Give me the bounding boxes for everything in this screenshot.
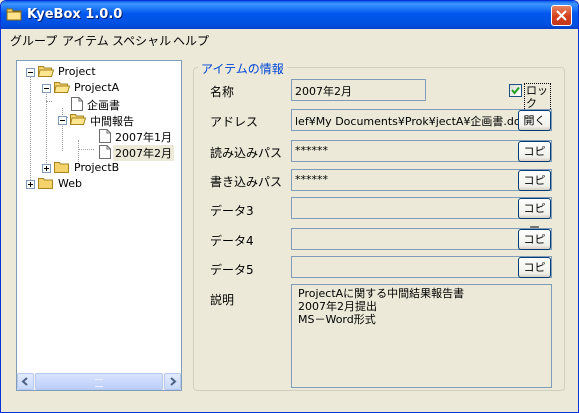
group-tree-view[interactable]: Project ProjectA 企画書 中間報告 2007年1月 2007年2… <box>16 60 182 391</box>
app-folder-icon <box>6 8 22 21</box>
tree-node-web[interactable]: Web <box>21 176 151 192</box>
app-window: KyeBox 1.0.0 グループ アイテム スペシャル ヘルプ Project <box>0 0 579 413</box>
address-field[interactable]: lef¥My Documents¥Prok¥jectA¥企画書.doc <box>291 109 552 131</box>
menu-group[interactable]: グループ <box>10 32 57 49</box>
arrow-right-icon <box>170 377 177 386</box>
tree-label: 企画書 <box>87 99 120 112</box>
scroll-left-button[interactable] <box>17 373 34 390</box>
desc-line: ProjectAに関する中間結果報告書 <box>298 287 465 300</box>
tree-label: 中間報告 <box>90 115 134 128</box>
document-icon <box>71 97 83 111</box>
lock-check-box[interactable] <box>509 84 522 97</box>
document-icon <box>99 129 111 143</box>
folder-open-icon <box>70 114 86 125</box>
window-title: KyeBox 1.0.0 <box>27 7 123 22</box>
address-label: アドレス <box>210 115 259 129</box>
folder-icon <box>54 162 69 173</box>
tree-node-project[interactable]: Project <box>21 64 171 80</box>
folder-icon <box>38 178 53 189</box>
title-bar[interactable]: KyeBox 1.0.0 <box>1 1 578 29</box>
data4-label: データ4 <box>210 234 254 248</box>
name-label: 名称 <box>210 85 235 99</box>
item-info-title: アイテムの情報 <box>198 60 287 77</box>
data5-label: データ5 <box>210 263 254 277</box>
tree-line <box>78 149 94 151</box>
close-button[interactable] <box>551 5 572 26</box>
write-pass-field[interactable]: ****** <box>291 169 552 191</box>
copy-read-pass-button[interactable]: コピー <box>518 141 551 177</box>
tree-node-jan[interactable]: 2007年1月 <box>97 128 177 144</box>
tree-node-projectb[interactable]: ProjectB <box>37 160 167 176</box>
tree-line <box>30 76 32 182</box>
read-pass-label: 読み込みパス <box>210 146 283 160</box>
collapse-toggle[interactable] <box>58 116 67 125</box>
tree-label: ProjectA <box>74 81 120 94</box>
tree-label: Web <box>58 177 82 190</box>
data4-field[interactable] <box>291 228 552 250</box>
data3-label: データ3 <box>210 204 254 218</box>
arrow-left-icon <box>21 377 28 386</box>
desc-line: 2007年2月提出 <box>298 300 377 313</box>
folder-open-icon <box>38 66 54 77</box>
collapse-toggle[interactable] <box>26 68 35 77</box>
copy-data4-button[interactable]: コピー <box>518 229 551 265</box>
menu-help[interactable]: ヘルプ <box>173 32 209 49</box>
tree-label: ProjectB <box>74 161 120 174</box>
read-pass-field[interactable]: ****** <box>291 140 552 162</box>
expand-toggle[interactable] <box>42 164 51 173</box>
tree-label: 2007年1月 <box>115 131 172 144</box>
checkmark-icon <box>511 86 520 95</box>
menu-bar: グループ アイテム スペシャル ヘルプ <box>1 29 578 49</box>
folder-open-icon <box>54 82 70 93</box>
tree-node-feb[interactable]: 2007年2月 <box>97 144 174 161</box>
menu-item[interactable]: アイテム <box>62 32 109 49</box>
description-textarea[interactable]: ProjectAに関する中間結果報告書 2007年2月提出 MS－Word形式 <box>291 284 552 388</box>
scroll-thumb[interactable] <box>35 373 163 390</box>
menu-special[interactable]: スペシャル <box>112 32 171 49</box>
tree-node-projecta[interactable]: ProjectA <box>37 80 167 96</box>
horizontal-scrollbar[interactable] <box>17 373 181 390</box>
write-pass-label: 書き込みパス <box>210 175 283 189</box>
tree-line <box>46 92 48 167</box>
lock-label: ロック <box>524 83 551 111</box>
close-icon <box>556 10 567 21</box>
data5-field[interactable] <box>291 256 552 278</box>
tree-node-doc[interactable]: 企画書 <box>69 96 169 112</box>
name-field[interactable]: 2007年2月 <box>291 79 426 101</box>
scroll-right-button[interactable] <box>164 373 181 390</box>
copy-data5-button[interactable]: コピー <box>518 257 551 293</box>
collapse-toggle[interactable] <box>42 84 51 93</box>
expand-toggle[interactable] <box>26 180 35 189</box>
desc-label: 説明 <box>210 293 235 307</box>
desc-line: MS－Word形式 <box>298 313 376 326</box>
document-icon <box>99 145 111 159</box>
lock-checkbox[interactable]: ロック <box>509 83 551 111</box>
tree-node-midreport[interactable]: 中間報告 <box>53 112 173 128</box>
data3-field[interactable] <box>291 197 552 219</box>
tree-label: Project <box>58 65 96 78</box>
tree-line <box>46 101 52 103</box>
copy-write-pass-button[interactable]: コピー <box>518 170 551 206</box>
open-button[interactable]: 開く <box>518 110 551 131</box>
tree-label-selected: 2007年2月 <box>113 145 174 161</box>
copy-data3-button[interactable]: コピー <box>518 198 551 234</box>
